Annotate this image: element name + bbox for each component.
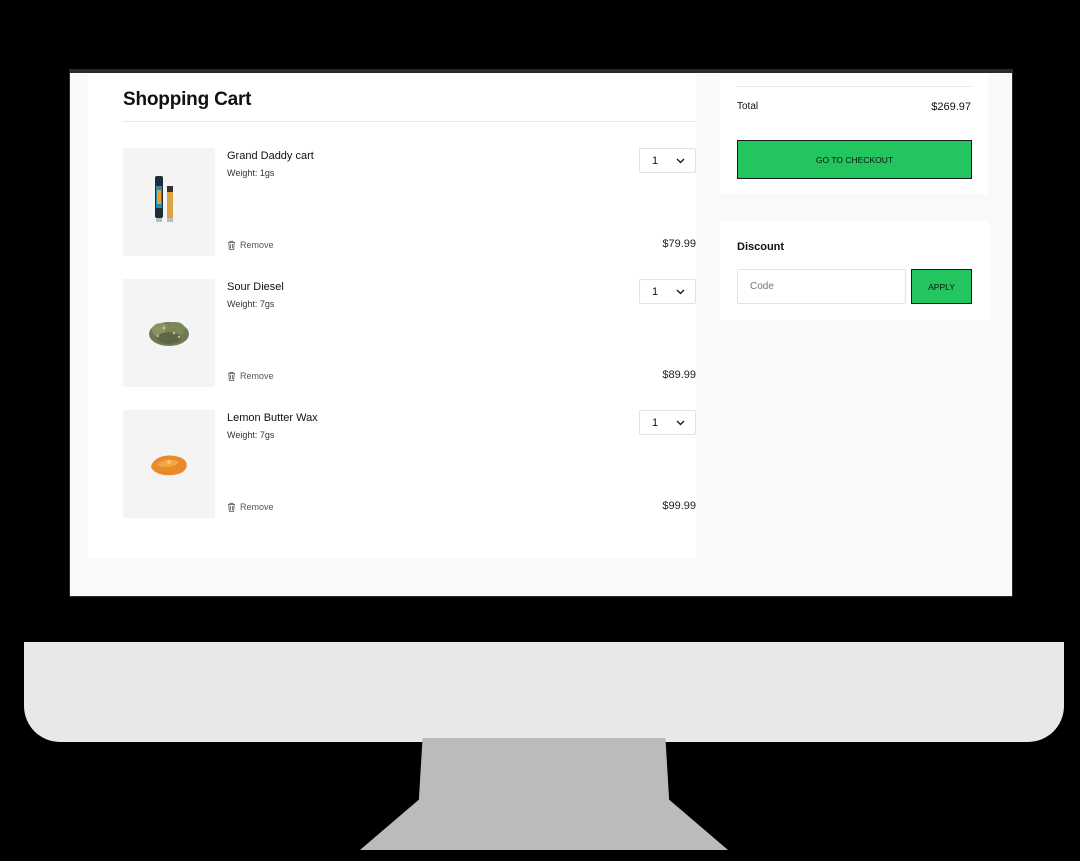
product-image-wax[interactable] [123,410,215,518]
quantity-select[interactable]: 1 [639,410,696,435]
discount-panel: Discount APPLY [720,221,990,320]
trash-icon [228,240,235,250]
checkout-button[interactable]: GO TO CHECKOUT [737,140,972,179]
item-price: $79.99 [662,238,696,250]
monitor-stand [360,738,728,850]
monitor-chin [24,642,1064,742]
trash-icon [228,502,235,512]
product-weight: Weight: 7gs [227,299,275,309]
title-divider [123,121,695,122]
product-name[interactable]: Sour Diesel [227,281,284,293]
cannabis-bud-icon [149,322,189,346]
product-image-flower[interactable] [123,279,215,387]
cart-panel: Shopping Cart Grand Daddy cart Weight: 1… [88,73,696,558]
cart-item: Lemon Butter Wax Weight: 7gs Remove 1 $9… [123,410,696,520]
summary-divider [737,86,971,87]
chevron-down-icon [676,289,685,294]
order-summary: Total $269.97 GO TO CHECKOUT [720,73,988,194]
discount-title: Discount [737,241,785,253]
discount-code-input[interactable] [737,269,906,304]
remove-label: Remove [240,502,274,512]
remove-button[interactable]: Remove [227,240,274,250]
remove-button[interactable]: Remove [227,371,274,381]
wax-concentrate-icon [151,455,187,476]
product-image-vape-cart[interactable] [123,148,215,256]
product-weight: Weight: 1gs [227,168,275,178]
quantity-value: 1 [652,154,659,167]
product-name[interactable]: Lemon Butter Wax [227,412,318,424]
quantity-select[interactable]: 1 [639,148,696,173]
chevron-down-icon [676,158,685,163]
monitor-screen: Shopping Cart Grand Daddy cart Weight: 1… [70,73,1012,596]
remove-button[interactable]: Remove [227,502,274,512]
chevron-down-icon [676,420,685,425]
quantity-value: 1 [652,416,659,429]
trash-icon [228,371,235,381]
total-label: Total [737,101,759,112]
quantity-select[interactable]: 1 [639,279,696,304]
apply-button[interactable]: APPLY [911,269,972,304]
item-price: $89.99 [662,369,696,381]
cart-item: Grand Daddy cart Weight: 1gs Remove 1 $7… [123,148,696,258]
cart-item: Sour Diesel Weight: 7gs Remove 1 $89.99 [123,279,696,389]
total-value: $269.97 [931,101,971,113]
remove-label: Remove [240,371,274,381]
item-price: $99.99 [662,500,696,512]
vape-cart-icon [155,176,173,222]
remove-label: Remove [240,240,274,250]
quantity-value: 1 [652,285,659,298]
product-name[interactable]: Grand Daddy cart [227,150,314,162]
page-title: Shopping Cart [123,89,252,110]
product-weight: Weight: 7gs [227,430,275,440]
